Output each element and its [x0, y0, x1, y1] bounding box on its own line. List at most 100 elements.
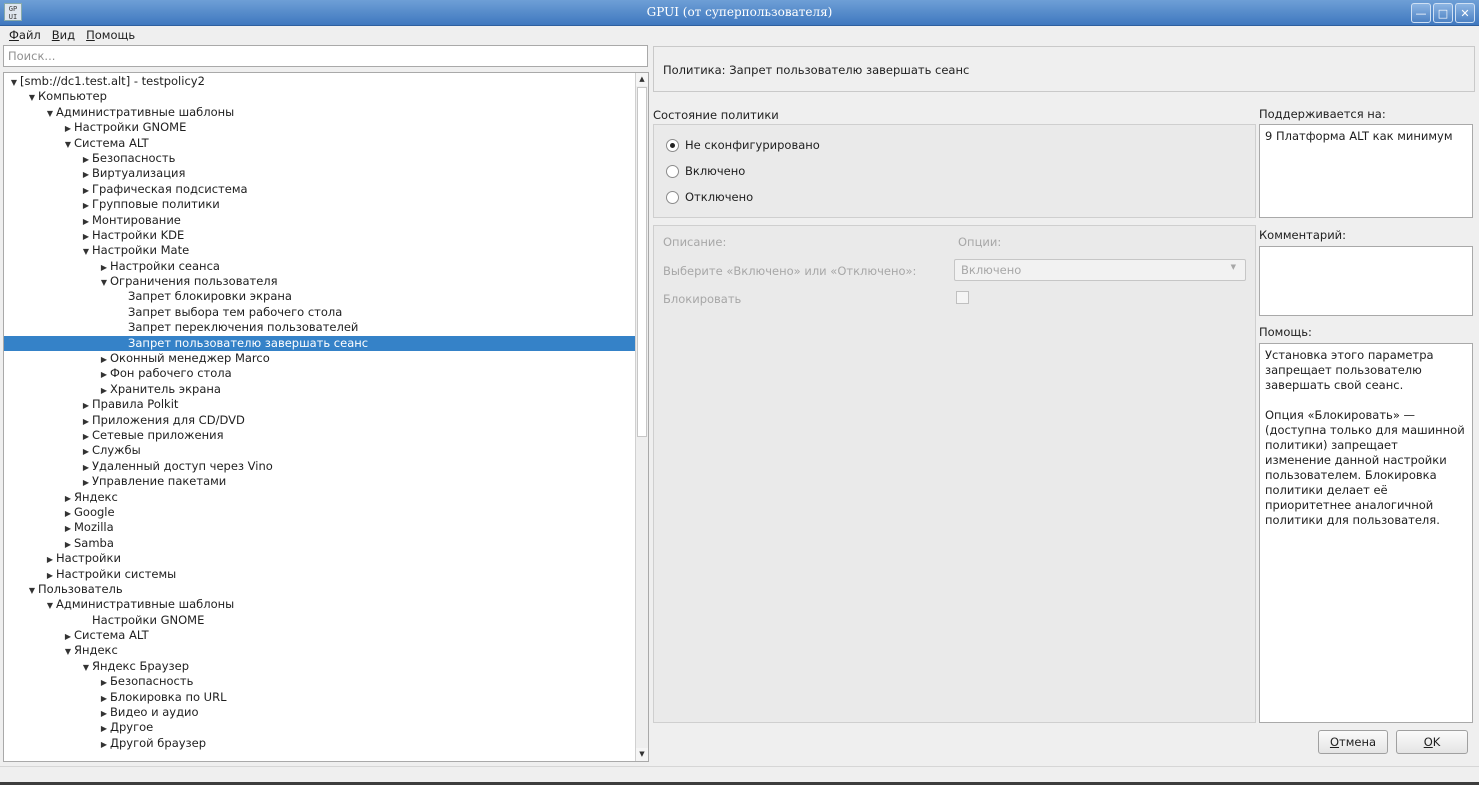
cancel-button[interactable]: Отмена — [1318, 730, 1388, 754]
radio-icon[interactable] — [666, 190, 679, 204]
tree-item[interactable]: ▶ Безопасность — [4, 674, 636, 689]
tree-item[interactable]: ▶ Яндекс — [4, 490, 636, 505]
expand-arrow-icon[interactable]: ▼ — [44, 598, 56, 613]
tree-item[interactable]: ▶ Приложения для CD/DVD — [4, 413, 636, 428]
tree-item[interactable]: ▶ Сетевые приложения — [4, 428, 636, 443]
tree-item[interactable]: ▶ Другой браузер — [4, 736, 636, 751]
collapse-arrow-icon[interactable]: ▶ — [98, 367, 110, 382]
tree-item[interactable]: ▶ Настройки GNOME — [4, 120, 636, 135]
policy-tree[interactable]: ▼ [smb://dc1.test.alt] - testpolicy2 ▼ Комп… — [3, 72, 649, 762]
tree-item[interactable]: ▶ Google — [4, 505, 636, 520]
tree-item[interactable]: ▼ Настройки Mate — [4, 243, 636, 258]
search-input[interactable] — [3, 45, 648, 67]
expand-arrow-icon[interactable]: ▼ — [26, 90, 38, 105]
expand-arrow-icon[interactable]: ▼ — [62, 644, 74, 659]
tree-item[interactable]: ▶ Блокировка по URL — [4, 690, 636, 705]
tree-item[interactable]: ▶ Система ALT — [4, 628, 636, 643]
collapse-arrow-icon[interactable]: ▶ — [62, 506, 74, 521]
tree-item[interactable]: Запрет переключения пользователей — [4, 320, 636, 335]
expand-arrow-icon[interactable]: ▼ — [98, 275, 110, 290]
radio-disabled[interactable]: Отключено — [666, 190, 753, 204]
expand-arrow-icon[interactable]: ▼ — [62, 137, 74, 152]
tree-item[interactable]: ▶ Безопасность — [4, 151, 636, 166]
tree-item[interactable]: Запрет блокировки экрана — [4, 289, 636, 304]
tree-item[interactable]: ▼ [smb://dc1.test.alt] - testpolicy2 — [4, 74, 636, 89]
scroll-thumb[interactable] — [637, 87, 647, 437]
collapse-arrow-icon[interactable]: ▶ — [80, 152, 92, 167]
expand-arrow-icon[interactable]: ▼ — [80, 244, 92, 259]
tree-item[interactable]: ▼ Яндекс — [4, 643, 636, 658]
tree-item[interactable]: ▶ Настройки сеанса — [4, 259, 636, 274]
collapse-arrow-icon[interactable]: ▶ — [44, 568, 56, 583]
tree-item[interactable]: ▶ Видео и аудио — [4, 705, 636, 720]
enabled-select[interactable]: Включено ▼ — [954, 259, 1246, 281]
collapse-arrow-icon[interactable]: ▶ — [80, 444, 92, 459]
tree-item[interactable]: ▼ Система ALT — [4, 136, 636, 151]
tree-item[interactable]: ▼ Пользователь — [4, 582, 636, 597]
collapse-arrow-icon[interactable]: ▶ — [98, 737, 110, 752]
collapse-arrow-icon[interactable]: ▶ — [98, 352, 110, 367]
menu-help[interactable]: Помощь — [86, 28, 135, 42]
collapse-arrow-icon[interactable]: ▶ — [80, 475, 92, 490]
ok-button[interactable]: OK — [1396, 730, 1468, 754]
expand-arrow-icon[interactable]: ▼ — [8, 75, 20, 90]
collapse-arrow-icon[interactable]: ▶ — [98, 706, 110, 721]
collapse-arrow-icon[interactable]: ▶ — [62, 629, 74, 644]
collapse-arrow-icon[interactable]: ▶ — [80, 167, 92, 182]
tree-item[interactable]: ▼ Яндекс Браузер — [4, 659, 636, 674]
radio-icon[interactable] — [666, 138, 679, 152]
radio-icon[interactable] — [666, 164, 679, 178]
tree-scrollbar[interactable]: ▲ ▼ — [635, 73, 648, 761]
tree-item[interactable]: ▼ Ограничения пользователя — [4, 274, 636, 289]
tree-item[interactable]: ▶ Фон рабочего стола — [4, 366, 636, 381]
tree-item[interactable]: ▶ Монтирование — [4, 213, 636, 228]
maximize-icon[interactable]: □ — [1433, 3, 1453, 23]
expand-arrow-icon[interactable]: ▼ — [80, 660, 92, 675]
tree-item[interactable]: ▼ Административные шаблоны — [4, 597, 636, 612]
minimize-icon[interactable]: — — [1411, 3, 1431, 23]
collapse-arrow-icon[interactable]: ▶ — [80, 398, 92, 413]
collapse-arrow-icon[interactable]: ▶ — [80, 460, 92, 475]
collapse-arrow-icon[interactable]: ▶ — [98, 675, 110, 690]
tree-item[interactable]: ▶ Групповые политики — [4, 197, 636, 212]
menu-view[interactable]: Вид — [52, 28, 75, 42]
tree-item[interactable]: Настройки GNOME — [4, 613, 636, 628]
collapse-arrow-icon[interactable]: ▶ — [80, 183, 92, 198]
collapse-arrow-icon[interactable]: ▶ — [62, 537, 74, 552]
tree-item[interactable]: ▶ Другое — [4, 720, 636, 735]
tree-item[interactable]: ▶ Виртуализация — [4, 166, 636, 181]
close-icon[interactable]: ✕ — [1455, 3, 1475, 23]
scroll-down-icon[interactable]: ▼ — [636, 748, 648, 761]
tree-item[interactable]: Запрет выбора тем рабочего стола — [4, 305, 636, 320]
tree-item[interactable]: ▶ Настройки — [4, 551, 636, 566]
collapse-arrow-icon[interactable]: ▶ — [62, 121, 74, 136]
tree-item[interactable]: Запрет пользователю завершать сеанс — [4, 335, 636, 352]
menu-file[interactable]: Файл — [9, 28, 41, 42]
radio-enabled[interactable]: Включено — [666, 164, 745, 178]
expand-arrow-icon[interactable]: ▼ — [26, 583, 38, 598]
tree-item[interactable]: ▶ Настройки KDE — [4, 228, 636, 243]
tree-item[interactable]: ▶ Службы — [4, 443, 636, 458]
collapse-arrow-icon[interactable]: ▶ — [44, 552, 56, 567]
collapse-arrow-icon[interactable]: ▶ — [98, 383, 110, 398]
collapse-arrow-icon[interactable]: ▶ — [98, 721, 110, 736]
tree-item[interactable]: ▶ Правила Polkit — [4, 397, 636, 412]
expand-arrow-icon[interactable]: ▼ — [44, 106, 56, 121]
tree-item[interactable]: ▶ Графическая подсистема — [4, 182, 636, 197]
tree-item[interactable]: ▶ Mozilla — [4, 520, 636, 535]
collapse-arrow-icon[interactable]: ▶ — [80, 414, 92, 429]
scroll-up-icon[interactable]: ▲ — [636, 73, 648, 86]
tree-item[interactable]: ▶ Samba — [4, 536, 636, 551]
tree-item[interactable]: ▶ Настройки системы — [4, 567, 636, 582]
tree-item[interactable]: ▶ Удаленный доступ через Vino — [4, 459, 636, 474]
collapse-arrow-icon[interactable]: ▶ — [62, 521, 74, 536]
collapse-arrow-icon[interactable]: ▶ — [80, 198, 92, 213]
tree-item[interactable]: ▶ Хранитель экрана — [4, 382, 636, 397]
comment-textarea[interactable] — [1259, 246, 1473, 316]
tree-item[interactable]: ▼ Компьютер — [4, 89, 636, 104]
collapse-arrow-icon[interactable]: ▶ — [98, 691, 110, 706]
collapse-arrow-icon[interactable]: ▶ — [62, 491, 74, 506]
tree-item[interactable]: ▶ Управление пакетами — [4, 474, 636, 489]
collapse-arrow-icon[interactable]: ▶ — [80, 229, 92, 244]
lock-checkbox[interactable] — [956, 291, 969, 304]
